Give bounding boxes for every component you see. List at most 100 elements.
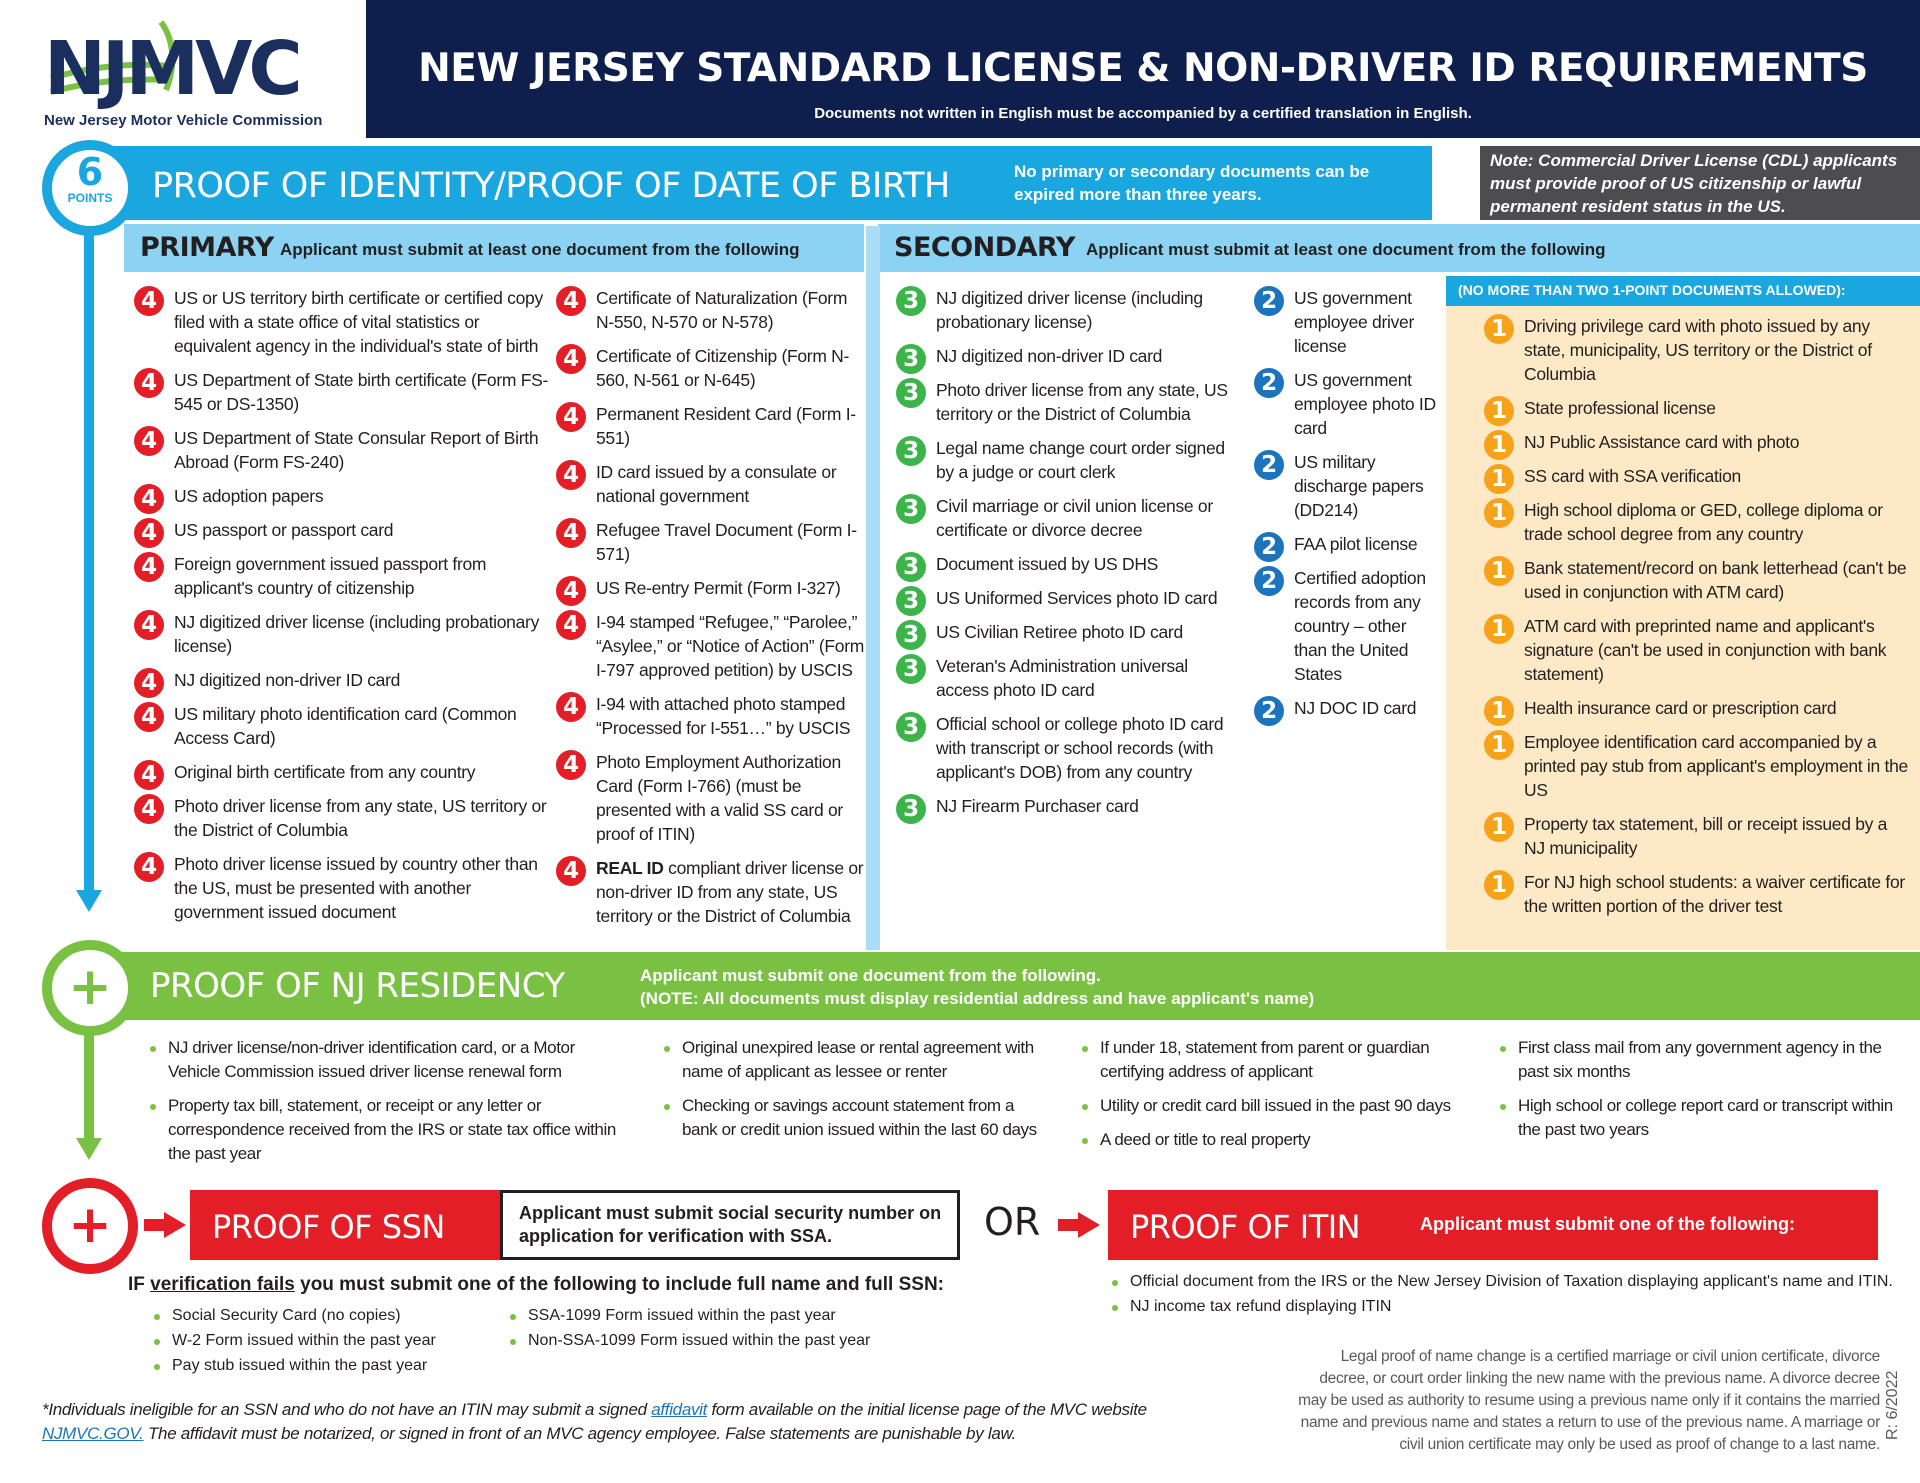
points-4-icon: 4	[134, 852, 164, 882]
item-text: ATM card with preprinted name and applic…	[1524, 616, 1887, 684]
cdl-note: Note: Commercial Driver License (CDL) ap…	[1480, 146, 1920, 220]
item-text: Document issued by US DHS	[936, 554, 1159, 574]
points-4-icon: 4	[556, 460, 586, 490]
points-1-icon: 1	[1484, 730, 1514, 760]
document-item: 4 Refugee Travel Document (Form I-571)	[554, 518, 864, 566]
points-4-icon: 4	[134, 702, 164, 732]
item-text: Veteran's Administration universal acces…	[936, 656, 1188, 700]
affidavit-footnote: *Individuals ineligible for an SSN and w…	[42, 1398, 1202, 1446]
item-text: NJ digitized driver license (including p…	[174, 612, 540, 656]
item-text: Health insurance card or prescription ca…	[1524, 698, 1837, 718]
document-item: 2 US military discharge papers (DD214)	[1252, 450, 1442, 522]
residency-item: High school or college report card or tr…	[1496, 1094, 1896, 1142]
document-item: 1 Property tax statement, bill or receipt…	[1482, 812, 1912, 860]
item-text: US government employee photo ID card	[1294, 370, 1436, 438]
item-bold-prefix: REAL ID	[596, 858, 664, 878]
points-2-icon: 2	[1254, 566, 1284, 596]
document-item: 3 US Civilian Retiree photo ID card	[894, 620, 1244, 650]
affidavit-link[interactable]: affidavit	[651, 1400, 707, 1419]
points-4-icon: 4	[556, 576, 586, 606]
points-2-icon: 2	[1254, 450, 1284, 480]
item-text: Driving privilege card with photo issued…	[1524, 316, 1872, 384]
document-item: 3 Document issued by US DHS	[894, 552, 1244, 582]
points-2-icon: 2	[1254, 696, 1284, 726]
points-3-icon: 3	[896, 552, 926, 582]
item-text: Property tax statement, bill or receipt …	[1524, 814, 1888, 858]
if-suffix: you must submit one of the following to …	[294, 1274, 945, 1295]
page-title: NEW JERSEY STANDARD LICENSE & NON-DRIVER…	[418, 46, 1868, 91]
residency-col-2: Original unexpired lease or rental agree…	[660, 1036, 1050, 1152]
arrow-down-icon	[76, 1138, 102, 1160]
document-item: 4 NJ digitized driver license (including …	[132, 610, 552, 658]
item-text: NJ Firearm Purchaser card	[936, 796, 1139, 816]
document-item: 4 ID card issued by a consulate or nation…	[554, 460, 864, 508]
arrow-right-icon	[1058, 1212, 1102, 1238]
points-3-icon: 3	[896, 436, 926, 466]
ssn-list-col2: SSA-1099 Form issued within the past yea…	[506, 1306, 870, 1356]
points-1-icon: 1	[1484, 396, 1514, 426]
logo-subtitle: New Jersey Motor Vehicle Commission	[44, 112, 323, 129]
item-text: NJ digitized driver license (including p…	[936, 288, 1203, 332]
verification-fails-heading: IF verification fails you must submit on…	[128, 1274, 944, 1296]
secondary-header: SECONDARY Applicant must submit at least…	[878, 224, 1920, 272]
residency-item: Checking or savings account statement fr…	[660, 1094, 1050, 1142]
points-4-icon: 4	[134, 760, 164, 790]
points-4-icon: 4	[556, 610, 586, 640]
njmvc-site-link[interactable]: NJMVC.GOV.	[42, 1424, 144, 1443]
document-item: 3 Veteran's Administration universal acce…	[894, 654, 1244, 702]
document-item: 3 Photo driver license from any state, US…	[894, 378, 1244, 426]
residency-item: First class mail from any government age…	[1496, 1036, 1896, 1084]
item-text: Employee identification card accompanied…	[1524, 732, 1908, 800]
item-text: US government employee driver license	[1294, 288, 1414, 356]
residency-note-line1: Applicant must submit one document from …	[640, 966, 1101, 985]
item-text: US or US territory birth certificate or …	[174, 288, 543, 356]
bullet-item: Social Security Card (no copies)	[150, 1306, 436, 1326]
primary-heading: PRIMARY	[140, 232, 274, 263]
itin-banner: PROOF OF ITIN Applicant must submit one …	[1108, 1190, 1878, 1260]
item-text: US Uniformed Services photo ID card	[936, 588, 1218, 608]
document-item: 4 NJ digitized non-driver ID card	[132, 668, 552, 698]
document-item: 2 US government employee photo ID card	[1252, 368, 1442, 440]
bullet-item: SSA-1099 Form issued within the past yea…	[506, 1306, 870, 1326]
item-text: Photo Employment Authorization Card (For…	[596, 752, 843, 844]
points-4-icon: 4	[556, 750, 586, 780]
document-item: 3 Legal name change court order signed by…	[894, 436, 1244, 484]
document-item: 4 Foreign government issued passport from…	[132, 552, 552, 600]
document-item: 1 High school diploma or GED, college dip…	[1482, 498, 1912, 546]
points-4-icon: 4	[134, 610, 164, 640]
points-1-icon: 1	[1484, 430, 1514, 460]
identity-expiry-note: No primary or secondary documents can be…	[1014, 162, 1370, 204]
points-3-icon: 3	[896, 286, 926, 316]
residency-note: Applicant must submit one document from …	[640, 964, 1314, 1010]
points-4-icon: 4	[556, 692, 586, 722]
arrow-right-icon	[144, 1212, 188, 1238]
points-4-icon: 4	[556, 286, 586, 316]
document-item: 4 Photo Employment Authorization Card (Fo…	[554, 750, 864, 846]
item-text: Foreign government issued passport from …	[174, 554, 487, 598]
plus-icon: +	[42, 940, 138, 1036]
points-4-icon: 4	[134, 552, 164, 582]
document-item: 3 Official school or college photo ID car…	[894, 712, 1244, 784]
document-item: 2 US government employee driver license	[1252, 286, 1442, 358]
points-4-icon: 4	[556, 518, 586, 548]
document-item: 1 State professional license	[1482, 396, 1912, 426]
document-item: 4 REAL ID compliant driver license or non…	[554, 856, 864, 928]
item-text: ID card issued by a consulate or nationa…	[596, 462, 837, 506]
document-item: 4 Permanent Resident Card (Form I-551)	[554, 402, 864, 450]
secondary-1pt-list: 1 Driving privilege card with photo issue…	[1482, 314, 1912, 928]
document-item: 2 NJ DOC ID card	[1252, 696, 1442, 726]
plus-icon: +	[42, 1178, 138, 1274]
bullet-item: W-2 Form issued within the past year	[150, 1331, 436, 1351]
if-prefix: IF	[128, 1274, 151, 1295]
points-4-icon: 4	[134, 794, 164, 824]
points-3-icon: 3	[896, 620, 926, 650]
primary-list-col1: 4 US or US territory birth certificate or…	[132, 286, 552, 934]
points-4-icon: 4	[556, 402, 586, 432]
residency-item: A deed or title to real property	[1078, 1128, 1468, 1152]
primary-header: PRIMARY Applicant must submit at least o…	[124, 224, 864, 272]
document-item: 4 Photo driver license issued by country …	[132, 852, 552, 924]
name-change-legal-note: Legal proof of name change is a certifie…	[1298, 1348, 1880, 1453]
itin-title: PROOF OF ITIN	[1130, 1208, 1361, 1246]
item-text: US military photo identification card (C…	[174, 704, 517, 748]
points-4-icon: 4	[134, 368, 164, 398]
